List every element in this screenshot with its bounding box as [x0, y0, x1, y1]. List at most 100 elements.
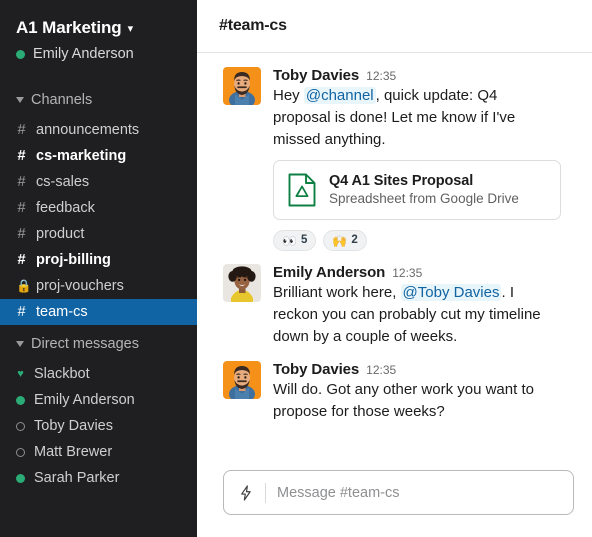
sidebar: A1 Marketing ▾ Emily Anderson Channels #…	[0, 0, 197, 537]
reaction-eyes[interactable]: 👀 5	[273, 230, 317, 251]
chevron-down-icon: ▾	[127, 23, 134, 35]
message-input-placeholder[interactable]: Message #team-cs	[277, 485, 400, 501]
channels-section-header[interactable]: Channels	[0, 87, 197, 113]
sidebar-dm-emily-anderson[interactable]: Emily Anderson	[0, 387, 197, 413]
message: Emily Anderson 12:35 Brilliant work here, …	[197, 264, 592, 348]
channel-list: # announcements # cs-marketing # cs-sales # fee…	[0, 117, 197, 325]
message-composer[interactable]: Message #team-cs	[223, 470, 574, 515]
sidebar-channel-cs-sales[interactable]: # cs-sales	[0, 169, 197, 195]
message: Toby Davies 12:35 Hey @channel, quick upda…	[197, 67, 592, 251]
message-body: Toby Davies 12:35 Hey @channel, quick upda…	[273, 67, 574, 251]
presence-online-icon	[16, 395, 25, 405]
file-title[interactable]: Q4 A1 Sites Proposal	[329, 172, 519, 190]
reaction-count: 5	[300, 233, 308, 246]
sidebar-dm-sarah-parker[interactable]: Sarah Parker	[0, 465, 197, 491]
presence-offline-icon	[16, 447, 25, 457]
sidebar-channel-cs-marketing[interactable]: # cs-marketing	[0, 143, 197, 169]
sidebar-dm-toby-davies[interactable]: Toby Davies	[0, 413, 197, 439]
channels-section-label: Channels	[31, 92, 93, 108]
sidebar-channel-product[interactable]: # product	[0, 221, 197, 247]
hash-icon: #	[17, 174, 26, 190]
composer-container: Message #team-cs	[197, 464, 592, 537]
sidebar-dm-slackbot[interactable]: ♥ Slackbot	[0, 361, 197, 387]
dm-label: Toby Davies	[34, 418, 113, 434]
message-text-pre: Hey	[273, 87, 304, 104]
sidebar-channel-proj-billing[interactable]: # proj-billing	[0, 247, 197, 273]
hash-icon: #	[219, 17, 228, 34]
collapse-triangle-icon	[16, 97, 24, 103]
message-author[interactable]: Toby Davies	[273, 361, 359, 378]
dm-label: Slackbot	[34, 366, 90, 382]
file-meta: Q4 A1 Sites Proposal Spreadsheet from Goo…	[329, 172, 519, 208]
channel-label: team-cs	[36, 304, 88, 320]
presence-online-icon	[16, 49, 25, 59]
composer-divider	[265, 482, 266, 503]
message-text-pre: Brilliant work here,	[273, 284, 401, 301]
message-timestamp: 12:35	[392, 266, 423, 280]
google-drive-file-icon	[287, 173, 317, 207]
message-body: Emily Anderson 12:35 Brilliant work here, …	[273, 264, 574, 348]
reaction-count: 2	[351, 233, 358, 246]
message-header: Toby Davies 12:35	[273, 67, 574, 84]
channel-header: #team-cs	[197, 0, 592, 53]
message-text-pre: Will do. Got any other work you want to …	[273, 381, 534, 420]
avatar[interactable]	[223, 264, 261, 302]
sidebar-channel-feedback[interactable]: # feedback	[0, 195, 197, 221]
message-header: Toby Davies 12:35	[273, 361, 574, 378]
dms-section-header[interactable]: Direct messages	[0, 331, 197, 357]
message-text: Hey @channel, quick update: Q4 proposal …	[273, 85, 541, 151]
lock-icon: 🔒	[16, 279, 32, 293]
hash-icon: #	[17, 200, 26, 216]
hash-icon: #	[17, 252, 26, 268]
eyes-emoji-icon: 👀	[282, 233, 297, 248]
message-text: Will do. Got any other work you want to …	[273, 379, 541, 423]
reactions-bar: 👀 5 🙌 2	[273, 230, 574, 251]
workspace-name: A1 Marketing	[16, 18, 122, 37]
message-author[interactable]: Toby Davies	[273, 67, 359, 84]
channel-name: team-cs	[227, 17, 287, 34]
current-user[interactable]: Emily Anderson	[0, 43, 197, 65]
channel-label: proj-vouchers	[36, 278, 124, 294]
mention-link[interactable]: @Toby Davies	[400, 284, 502, 301]
collapse-triangle-icon	[16, 341, 24, 347]
message-body: Toby Davies 12:35 Will do. Got any other w…	[273, 361, 574, 423]
presence-dot	[16, 447, 25, 457]
file-subtitle: Spreadsheet from Google Drive	[329, 191, 519, 206]
hash-icon: #	[17, 122, 26, 138]
presence-dot	[16, 395, 25, 405]
lightning-bolt-icon[interactable]	[237, 484, 255, 502]
workspace-switcher[interactable]: A1 Marketing ▾	[0, 16, 197, 40]
sidebar-dm-matt-brewer[interactable]: Matt Brewer	[0, 439, 197, 465]
avatar[interactable]	[223, 361, 261, 399]
dms-section-label: Direct messages	[31, 336, 139, 352]
channel-label: proj-billing	[36, 252, 111, 268]
page-title: #team-cs	[219, 17, 287, 35]
main-panel: #team-cs Toby Davies 12:35 Hey @channel, q…	[197, 0, 592, 537]
channel-label: feedback	[36, 200, 95, 216]
file-attachment-card[interactable]: Q4 A1 Sites Proposal Spreadsheet from Goo…	[273, 160, 561, 220]
avatar[interactable]	[223, 67, 261, 105]
hash-icon: #	[17, 304, 26, 320]
message-list: Toby Davies 12:35 Hey @channel, quick upda…	[197, 53, 592, 464]
hash-icon: #	[17, 226, 26, 242]
presence-dot	[16, 473, 25, 483]
heart-icon: ♥	[17, 368, 24, 380]
sidebar-channel-proj-vouchers[interactable]: 🔒 proj-vouchers	[0, 273, 197, 299]
mention-link[interactable]: @channel	[303, 87, 376, 104]
channel-label: announcements	[36, 122, 140, 138]
message-timestamp: 12:35	[366, 69, 397, 83]
sidebar-channel-team-cs[interactable]: # team-cs	[0, 299, 197, 325]
presence-offline-icon	[16, 421, 25, 431]
message-text: Brilliant work here, @Toby Davies. I rec…	[273, 282, 541, 348]
current-user-name: Emily Anderson	[33, 46, 134, 62]
message-header: Emily Anderson 12:35	[273, 264, 574, 281]
presence-dot	[16, 421, 25, 431]
raised-hands-emoji-icon: 🙌	[332, 233, 348, 248]
message-author[interactable]: Emily Anderson	[273, 264, 385, 281]
reaction-raised-hands[interactable]: 🙌 2	[323, 230, 367, 251]
channel-label: cs-marketing	[36, 148, 127, 164]
channel-label: product	[36, 226, 85, 242]
message-timestamp: 12:35	[366, 363, 397, 377]
sidebar-channel-announcements[interactable]: # announcements	[0, 117, 197, 143]
dm-label: Emily Anderson	[34, 392, 135, 408]
